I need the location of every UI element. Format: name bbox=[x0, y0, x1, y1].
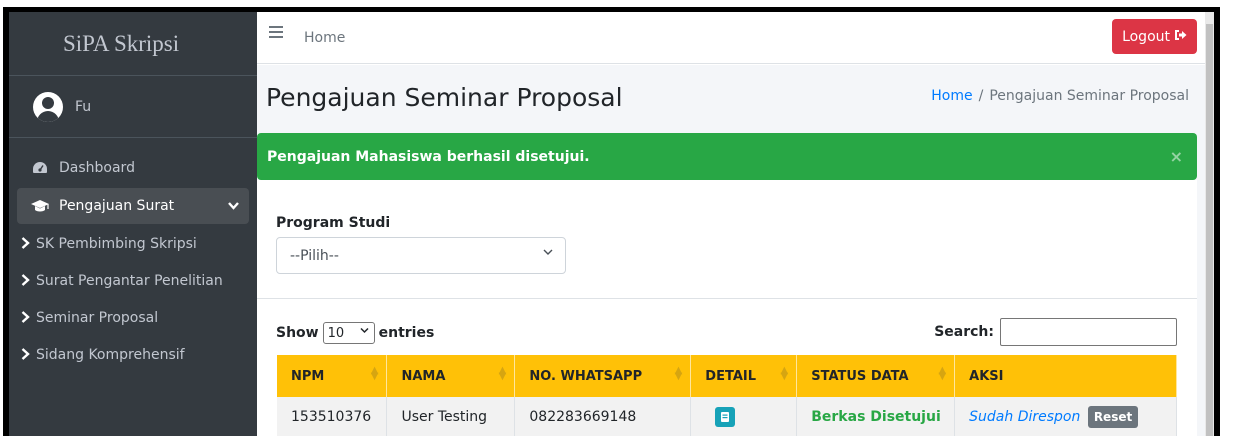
divider bbox=[257, 298, 1197, 299]
responded-text: Sudah Direspon bbox=[969, 409, 1081, 425]
top-navbar: Home Logout bbox=[257, 12, 1205, 64]
status-text: Berkas Disetujui bbox=[811, 409, 941, 425]
chevron-down-icon bbox=[228, 200, 239, 213]
column-header-detail[interactable]: DETAIL ▲ ▼ bbox=[690, 355, 798, 397]
page-title: Pengajuan Seminar Proposal bbox=[266, 83, 623, 112]
screenshot-frame: SiPA Skripsi Fu Dashboard Pengajuan Sura… bbox=[0, 0, 1236, 436]
logout-label: Logout bbox=[1122, 28, 1170, 45]
sidebar-subitem-seminar-proposal[interactable]: Seminar Proposal bbox=[17, 300, 249, 336]
column-header-aksi[interactable]: AKSI bbox=[954, 355, 1177, 397]
sidebar-item-dashboard[interactable]: Dashboard bbox=[17, 150, 249, 186]
user-avatar-icon bbox=[33, 91, 63, 122]
alert-message: Pengajuan Mahasiswa berhasil disetujui. bbox=[267, 148, 590, 165]
show-entries-control: Show 10 entries bbox=[276, 322, 434, 344]
entries-value: 10 bbox=[327, 325, 345, 341]
chevron-right-icon bbox=[21, 272, 30, 290]
tachometer-icon bbox=[29, 161, 51, 175]
user-panel[interactable]: Fu bbox=[9, 76, 257, 138]
cell-aksi: Sudah Direspon Reset bbox=[954, 397, 1177, 436]
frame-border-right bbox=[1214, 7, 1220, 436]
chevron-right-icon bbox=[21, 235, 30, 253]
scrollbar-thumb[interactable] bbox=[1206, 24, 1213, 436]
column-header-nama[interactable]: NAMA ▲ ▼ bbox=[386, 355, 516, 397]
cell-detail bbox=[690, 397, 798, 436]
sidebar-subitem-sidang-komprehensif[interactable]: Sidang Komprehensif bbox=[17, 337, 249, 373]
file-icon[interactable] bbox=[715, 407, 736, 427]
sidebar-subitem-surat-pengantar[interactable]: Surat Pengantar Penelitian bbox=[17, 263, 249, 299]
breadcrumb-home-link[interactable]: Home bbox=[931, 88, 972, 104]
table-header-row: NPM ▲ ▼ NAMA ▲ ▼ NO. WHATSAPP ▲ ▼ DETAIL ▲ ▼ STA… bbox=[277, 355, 1177, 397]
sidebar-subitem-label: Seminar Proposal bbox=[36, 310, 159, 326]
cell-status: Berkas Disetujui bbox=[796, 397, 956, 436]
sort-icon: ▲ ▼ bbox=[674, 365, 683, 382]
content-wrapper: Pengajuan Seminar Proposal Home / Pengajua… bbox=[257, 65, 1205, 436]
cell-npm: 153510376 bbox=[277, 397, 388, 436]
brand-title: SiPA Skripsi bbox=[63, 30, 180, 56]
sort-icon: ▲ ▼ bbox=[780, 365, 789, 382]
search-input[interactable] bbox=[1000, 318, 1177, 346]
entries-length-select[interactable]: 10 bbox=[322, 322, 375, 344]
cell-whatsapp: 082283669148 bbox=[514, 397, 692, 436]
table-row: 153510376 User Testing 082283669148 Berk… bbox=[277, 397, 1177, 436]
chevron-down-icon bbox=[360, 327, 369, 337]
sidebar-subitem-label: Sidang Komprehensif bbox=[36, 347, 185, 363]
user-name: Fu bbox=[75, 98, 92, 115]
sidebar: SiPA Skripsi Fu Dashboard Pengajuan Sura… bbox=[9, 12, 257, 436]
program-studi-select[interactable]: --Pilih-- bbox=[276, 237, 566, 274]
sort-icon: ▲ ▼ bbox=[938, 365, 947, 382]
sort-icon: ▲ ▼ bbox=[370, 365, 379, 382]
submissions-table: NPM ▲ ▼ NAMA ▲ ▼ NO. WHATSAPP ▲ ▼ DETAIL ▲ ▼ STA… bbox=[277, 355, 1177, 436]
sidebar-nav: Dashboard Pengajuan Surat SK Pembimbing … bbox=[9, 138, 257, 373]
chevron-right-icon bbox=[21, 346, 30, 364]
sidebar-subitem-label: Surat Pengantar Penelitian bbox=[36, 273, 223, 289]
chevron-right-icon bbox=[21, 309, 30, 327]
column-header-npm[interactable]: NPM ▲ ▼ bbox=[277, 355, 388, 397]
success-alert: Pengajuan Mahasiswa berhasil disetujui. … bbox=[257, 133, 1197, 180]
sidebar-item-label: Dashboard bbox=[59, 160, 135, 176]
cell-nama: User Testing bbox=[386, 397, 516, 436]
alert-close-button[interactable]: × bbox=[1170, 147, 1183, 166]
hamburger-menu-icon[interactable] bbox=[269, 26, 283, 38]
brand-link[interactable]: SiPA Skripsi bbox=[9, 12, 257, 76]
table-search: Search: bbox=[934, 318, 1177, 346]
entries-label: entries bbox=[378, 325, 435, 341]
search-label: Search: bbox=[934, 324, 994, 340]
sign-out-icon bbox=[1174, 29, 1187, 44]
column-header-whatsapp[interactable]: NO. WHATSAPP ▲ ▼ bbox=[514, 355, 692, 397]
sidebar-item-label: Pengajuan Surat bbox=[59, 198, 175, 214]
graduation-cap-icon bbox=[29, 199, 51, 213]
logout-button[interactable]: Logout bbox=[1112, 19, 1197, 54]
nav-home-link[interactable]: Home bbox=[304, 30, 345, 46]
breadcrumb: Home / Pengajuan Seminar Proposal bbox=[931, 88, 1189, 104]
column-header-status[interactable]: STATUS DATA ▲ ▼ bbox=[796, 355, 956, 397]
breadcrumb-current: Pengajuan Seminar Proposal bbox=[989, 88, 1189, 104]
sort-icon: ▲ ▼ bbox=[498, 365, 507, 382]
program-studi-label: Program Studi bbox=[276, 215, 391, 231]
reset-button[interactable]: Reset bbox=[1087, 406, 1139, 428]
select-value: --Pilih-- bbox=[290, 247, 339, 264]
chevron-down-icon bbox=[543, 248, 553, 259]
main-card: Program Studi --Pilih-- Show 10 entries bbox=[257, 180, 1197, 436]
sidebar-subitem-sk-pembimbing[interactable]: SK Pembimbing Skripsi bbox=[17, 226, 249, 262]
show-label: Show bbox=[276, 325, 319, 341]
sidebar-subitem-label: SK Pembimbing Skripsi bbox=[36, 236, 197, 252]
sidebar-item-pengajuan-surat[interactable]: Pengajuan Surat bbox=[17, 188, 249, 224]
